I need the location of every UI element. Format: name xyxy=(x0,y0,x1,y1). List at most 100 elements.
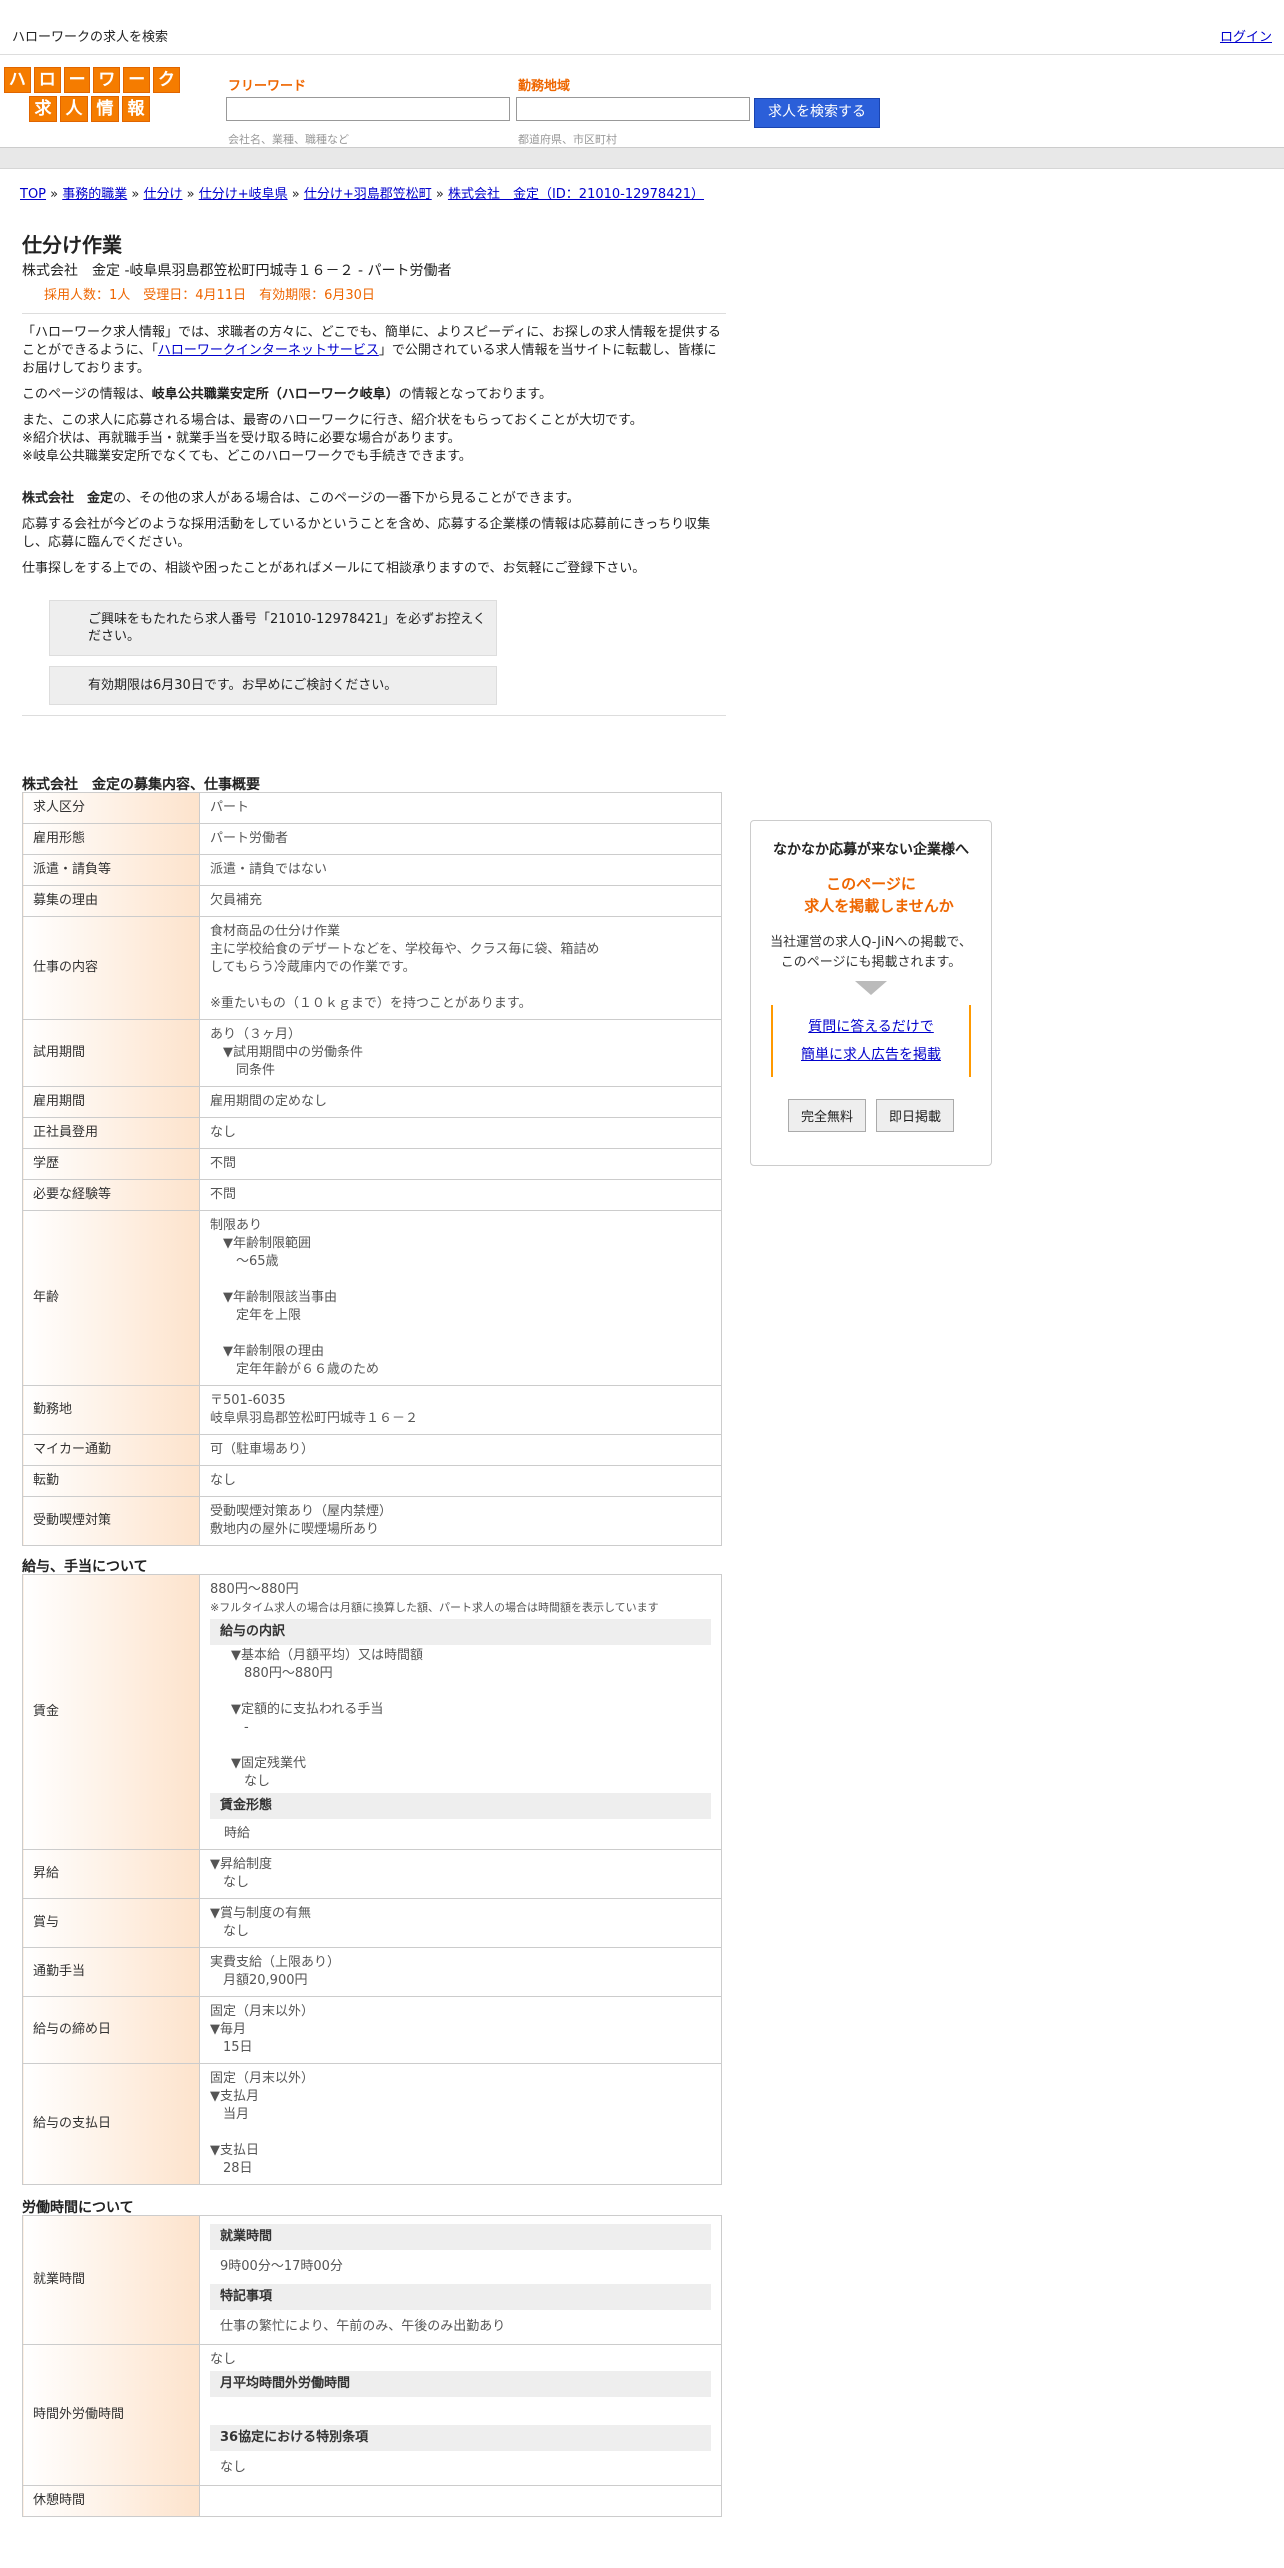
promo-link-post-ad[interactable]: 簡単に求人広告を掲載 xyxy=(801,1047,941,1063)
intro-paragraph-4: 株式会社 金定の、その他の求人がある場合は、このページの一番下から見ることができ… xyxy=(22,491,580,506)
hellowork-internet-link[interactable]: ハローワークインターネットサービス xyxy=(158,343,379,358)
breadcrumb-link[interactable]: 株式会社 金定（ID：21010-12978421） xyxy=(448,187,704,202)
breadcrumb-separator: » xyxy=(127,187,144,202)
value-line: ▼定額的に支払われる手当 xyxy=(218,1702,384,1717)
row-value: 固定（月末以外） ▼毎月 15日 xyxy=(199,1996,722,2064)
table-row: 昇給 ▼昇給制度 なし xyxy=(22,1849,722,1899)
table-row: 必要な経験等 不問 xyxy=(22,1179,722,1211)
row-label: 求人区分 xyxy=(22,792,200,824)
value-line: 欠員補充 xyxy=(210,893,263,908)
agreement-heading: 36協定における特別条項 xyxy=(210,2425,711,2451)
logo-char: 人 xyxy=(60,96,88,122)
intro-paragraph-5: 応募する会社が今どのような採用活動をしているかということを含め、応募する企業様の… xyxy=(22,517,711,550)
value-line: ▼毎月 xyxy=(210,2022,246,2037)
section-title-overview: 株式会社 金定の募集内容、仕事概要 xyxy=(22,777,260,793)
value-line: ※重たいもの（１０ｋｇまで）を持つことがあります。 xyxy=(210,996,532,1011)
job-subtitle: 株式会社 金定 -岐阜県羽島郡笠松町円城寺１６－２ - パート労働者 xyxy=(22,263,452,279)
breadcrumb-link[interactable]: 事務的職業 xyxy=(62,187,127,202)
row-label: 仕事の内容 xyxy=(22,916,200,1020)
search-button[interactable]: 求人を検索する xyxy=(754,98,880,128)
logo-char: ク xyxy=(153,67,180,93)
table-row: 雇用期間 雇用期間の定めなし xyxy=(22,1086,722,1118)
row-label: 昇給 xyxy=(22,1849,200,1899)
hours-table: 就業時間 就業時間 9時00分〜17時00分 特記事項 仕事の繁忙により、午前の… xyxy=(22,2215,722,2517)
row-label: 勤務地 xyxy=(22,1385,200,1435)
breadcrumb-link[interactable]: 仕分け+羽島郡笠松町 xyxy=(304,187,432,202)
overtime-avg-heading: 月平均時間外労働時間 xyxy=(210,2371,711,2397)
value-line: ▼年齢制限範囲 xyxy=(210,1236,311,1251)
intro-paragraph-1: 「ハローワーク求人情報」では、求職者の方々に、どこでも、簡単に、よりスピーディに… xyxy=(22,325,721,376)
value-line: ▼年齢制限の理由 xyxy=(210,1344,324,1359)
value-line: なし xyxy=(218,1774,271,1789)
logo-char: ワ xyxy=(93,67,121,93)
row-value: パート労働者 xyxy=(199,823,722,855)
intro-paragraph-3: また、この求人に応募される場合は、最寄のハローワークに行き、紹介状をもらっておく… xyxy=(22,413,643,464)
value-line: 不問 xyxy=(210,1187,237,1202)
free-word-label: フリーワード xyxy=(228,79,307,94)
breadcrumb-link[interactable]: TOP xyxy=(20,187,46,202)
value-line: なし xyxy=(210,1473,237,1488)
row-label: 学歴 xyxy=(22,1148,200,1180)
row-label: 時間外労働時間 xyxy=(22,2344,200,2486)
work-hours-heading: 就業時間 xyxy=(210,2224,711,2250)
row-value: なし xyxy=(199,1117,722,1149)
site-logo[interactable]: ハローワーク 求人情報 xyxy=(4,67,180,123)
free-word-input[interactable] xyxy=(226,97,510,121)
section-title-hours: 労働時間について xyxy=(22,2200,134,2216)
table-row: 給与の締め日 固定（月末以外） ▼毎月 15日 xyxy=(22,1996,722,2064)
value-line: なし xyxy=(210,1924,250,1939)
value-line: ▼賞与制度の有無 xyxy=(210,1906,311,1921)
row-label: 給与の締め日 xyxy=(22,1996,200,2064)
breadcrumb-link[interactable]: 仕分け+岐阜県 xyxy=(199,187,288,202)
value-line: 実費支給（上限あり） xyxy=(210,1955,341,1970)
row-value: 不問 xyxy=(199,1179,722,1211)
free-badge-button[interactable]: 完全無料 xyxy=(787,1099,866,1132)
row-label: 雇用形態 xyxy=(22,823,200,855)
down-arrow-icon xyxy=(855,981,887,995)
logo-char: ー xyxy=(63,67,91,93)
row-label: 必要な経験等 xyxy=(22,1179,200,1211)
table-row: 正社員登用 なし xyxy=(22,1117,722,1149)
row-label: 通勤手当 xyxy=(22,1947,200,1997)
login-link[interactable]: ログイン xyxy=(1220,26,1272,45)
table-row: 賃金 880円〜880円 ※フルタイム求人の場合は月額に換算した額、パート求人の… xyxy=(22,1574,722,1850)
value-line xyxy=(210,1325,711,1343)
value-line: ▼昇給制度 xyxy=(210,1857,272,1872)
value-line: パート労働者 xyxy=(210,831,289,846)
wage-form-value: 時給 xyxy=(224,1826,251,1841)
row-label: 給与の支払日 xyxy=(22,2063,200,2185)
value-line xyxy=(210,1271,711,1289)
value-line: ▼固定残業代 xyxy=(218,1756,306,1771)
row-value: 食材商品の仕分け作業 主に学校給食のデザートなどを、学校毎や、クラス毎に袋、箱詰め… xyxy=(199,916,722,1020)
promo-link-questions[interactable]: 質問に答えるだけで xyxy=(808,1019,934,1035)
row-value: 欠員補充 xyxy=(199,885,722,917)
value-line: ▼支払月 xyxy=(210,2089,259,2104)
table-row: 募集の理由 欠員補充 xyxy=(22,885,722,917)
notes-heading: 特記事項 xyxy=(210,2284,711,2310)
row-label: 年齢 xyxy=(22,1210,200,1386)
row-value: ▼賞与制度の有無 なし xyxy=(199,1898,722,1948)
table-row: 試用期間 あり（３ヶ月） ▼試用期間中の労働条件 同条件 xyxy=(22,1019,722,1087)
area-input[interactable] xyxy=(516,97,750,121)
intro-paragraph-6: 仕事探しをする上での、相談や困ったことがあればメールにて相談承りますので、お気軽… xyxy=(22,561,646,576)
wage-range: 880円〜880円 xyxy=(210,1582,299,1597)
row-label: 転勤 xyxy=(22,1465,200,1497)
advertiser-promo: なかなか応募が来ない企業様へ このページに 求人を掲載しませんか 当社運営の求人Q… xyxy=(750,820,992,1166)
job-number-notice: ご興味をもたれたら求人番号「21010-12978421」を必ずお控えください。 xyxy=(49,600,497,656)
overview-table: 求人区分 パート 雇用形態 パート労働者 派遣・請負等 派遣・請負ではない 募集の理由 欠員補… xyxy=(22,792,722,1546)
value-line: してもらう冷蔵庫内での作業です。 xyxy=(210,960,416,975)
value-line: 同条件 xyxy=(210,1063,276,1078)
value-line: ▼基本給（月額平均）又は時間額 xyxy=(218,1648,423,1663)
same-day-badge-button[interactable]: 即日掲載 xyxy=(876,1099,955,1132)
notes-value: 仕事の繁忙により、午前のみ、午後のみ出勤あり xyxy=(220,2319,506,2334)
row-value: なし 月平均時間外労働時間 36協定における特別条項 なし xyxy=(199,2344,722,2486)
breadcrumb-link[interactable]: 仕分け xyxy=(143,187,182,202)
value-line: 受動喫煙対策あり（屋内禁煙） xyxy=(210,1504,393,1519)
main-content: 仕分け作業 株式会社 金定 -岐阜県羽島郡笠松町円城寺１６－２ - パート労働者… xyxy=(22,232,726,2517)
value-line: ▼試用期間中の労働条件 xyxy=(210,1045,363,1060)
table-row: 賞与 ▼賞与制度の有無 なし xyxy=(22,1898,722,1948)
row-value: パート xyxy=(199,792,722,824)
value-line: ▼支払日 xyxy=(210,2143,259,2158)
wage-breakdown-heading: 給与の内訳 xyxy=(210,1619,711,1645)
logo-char: 求 xyxy=(29,96,57,122)
